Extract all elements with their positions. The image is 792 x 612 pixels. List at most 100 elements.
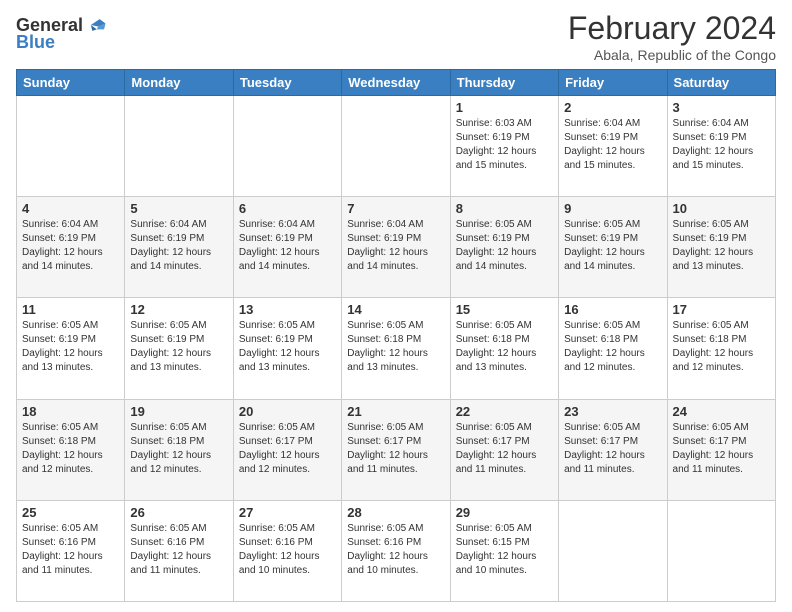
table-row: 21 Sunrise: 6:05 AM Sunset: 6:17 PM Dayli… [342, 399, 450, 500]
day-number: 26 [130, 505, 227, 520]
table-row: 10 Sunrise: 6:05 AM Sunset: 6:19 PM Dayli… [667, 197, 775, 298]
day-number: 6 [239, 201, 336, 216]
col-monday: Monday [125, 70, 233, 96]
day-number: 4 [22, 201, 119, 216]
day-info: Sunrise: 6:05 AM Sunset: 6:16 PM Dayligh… [347, 522, 444, 578]
day-number: 14 [347, 302, 444, 317]
calendar-table: Sunday Monday Tuesday Wednesday Thursday… [16, 69, 776, 602]
calendar-week-row: 11 Sunrise: 6:05 AM Sunset: 6:19 PM Dayli… [17, 298, 776, 399]
table-row: 16 Sunrise: 6:05 AM Sunset: 6:18 PM Dayli… [559, 298, 667, 399]
table-row: 7Sunrise: 6:04 AM Sunset: 6:19 PM Daylig… [342, 197, 450, 298]
day-number: 11 [22, 302, 119, 317]
table-row: 6 Sunrise: 6:04 AM Sunset: 6:19 PM Daylig… [233, 197, 341, 298]
table-row [233, 96, 341, 197]
day-info: Sunrise: 6:05 AM Sunset: 6:19 PM Dayligh… [456, 218, 553, 274]
table-row [342, 96, 450, 197]
logo-text-blue: Blue [16, 32, 55, 53]
col-friday: Friday [559, 70, 667, 96]
col-saturday: Saturday [667, 70, 775, 96]
day-number: 24 [673, 404, 770, 419]
table-row: 17Sunrise: 6:05 AM Sunset: 6:18 PM Dayli… [667, 298, 775, 399]
table-row: 27 Sunrise: 6:05 AM Sunset: 6:16 PM Dayli… [233, 500, 341, 601]
table-row: 19Sunrise: 6:05 AM Sunset: 6:18 PM Dayli… [125, 399, 233, 500]
day-number: 19 [130, 404, 227, 419]
col-wednesday: Wednesday [342, 70, 450, 96]
table-row: 25 Sunrise: 6:05 AM Sunset: 6:16 PM Dayli… [17, 500, 125, 601]
table-row: 20 Sunrise: 6:05 AM Sunset: 6:17 PM Dayli… [233, 399, 341, 500]
day-info: Sunrise: 6:05 AM Sunset: 6:17 PM Dayligh… [564, 421, 661, 477]
day-number: 20 [239, 404, 336, 419]
logo-bird-icon [85, 14, 107, 36]
day-number: 22 [456, 404, 553, 419]
table-row: 12Sunrise: 6:05 AM Sunset: 6:19 PM Dayli… [125, 298, 233, 399]
day-info: Sunrise: 6:05 AM Sunset: 6:19 PM Dayligh… [564, 218, 661, 274]
table-row: 14 Sunrise: 6:05 AM Sunset: 6:18 PM Dayli… [342, 298, 450, 399]
day-info: Sunrise: 6:03 AM Sunset: 6:19 PM Dayligh… [456, 117, 553, 173]
day-number: 13 [239, 302, 336, 317]
day-number: 17 [673, 302, 770, 317]
day-info: Sunrise: 6:04 AM Sunset: 6:19 PM Dayligh… [22, 218, 119, 274]
table-row: 28 Sunrise: 6:05 AM Sunset: 6:16 PM Dayli… [342, 500, 450, 601]
day-number: 8 [456, 201, 553, 216]
day-info: Sunrise: 6:05 AM Sunset: 6:17 PM Dayligh… [673, 421, 770, 477]
day-number: 29 [456, 505, 553, 520]
day-info: Sunrise: 6:04 AM Sunset: 6:19 PM Dayligh… [239, 218, 336, 274]
day-info: Sunrise: 6:05 AM Sunset: 6:17 PM Dayligh… [456, 421, 553, 477]
day-info: Sunrise: 6:05 AM Sunset: 6:18 PM Dayligh… [564, 319, 661, 375]
day-number: 21 [347, 404, 444, 419]
table-row [125, 96, 233, 197]
table-row: 8 Sunrise: 6:05 AM Sunset: 6:19 PM Daylig… [450, 197, 558, 298]
day-number: 10 [673, 201, 770, 216]
day-number: 16 [564, 302, 661, 317]
day-number: 25 [22, 505, 119, 520]
table-row: 26 Sunrise: 6:05 AM Sunset: 6:16 PM Dayli… [125, 500, 233, 601]
table-row: 15 Sunrise: 6:05 AM Sunset: 6:18 PM Dayli… [450, 298, 558, 399]
title-location: Abala, Republic of the Congo [568, 47, 776, 63]
day-number: 2 [564, 100, 661, 115]
table-row: 9 Sunrise: 6:05 AM Sunset: 6:19 PM Daylig… [559, 197, 667, 298]
table-row: 5Sunrise: 6:04 AM Sunset: 6:19 PM Daylig… [125, 197, 233, 298]
day-number: 1 [456, 100, 553, 115]
day-number: 7 [347, 201, 444, 216]
day-number: 27 [239, 505, 336, 520]
calendar-week-row: 18Sunrise: 6:05 AM Sunset: 6:18 PM Dayli… [17, 399, 776, 500]
day-info: Sunrise: 6:04 AM Sunset: 6:19 PM Dayligh… [564, 117, 661, 173]
day-info: Sunrise: 6:05 AM Sunset: 6:18 PM Dayligh… [347, 319, 444, 375]
day-info: Sunrise: 6:04 AM Sunset: 6:19 PM Dayligh… [130, 218, 227, 274]
day-number: 23 [564, 404, 661, 419]
table-row: 3 Sunrise: 6:04 AM Sunset: 6:19 PM Daylig… [667, 96, 775, 197]
table-row [667, 500, 775, 601]
day-info: Sunrise: 6:05 AM Sunset: 6:19 PM Dayligh… [130, 319, 227, 375]
calendar-week-row: 1 Sunrise: 6:03 AM Sunset: 6:19 PM Daylig… [17, 96, 776, 197]
day-info: Sunrise: 6:05 AM Sunset: 6:18 PM Dayligh… [456, 319, 553, 375]
table-row: 4 Sunrise: 6:04 AM Sunset: 6:19 PM Daylig… [17, 197, 125, 298]
day-number: 28 [347, 505, 444, 520]
calendar-week-row: 4 Sunrise: 6:04 AM Sunset: 6:19 PM Daylig… [17, 197, 776, 298]
day-number: 15 [456, 302, 553, 317]
col-sunday: Sunday [17, 70, 125, 96]
day-number: 18 [22, 404, 119, 419]
table-row: 11 Sunrise: 6:05 AM Sunset: 6:19 PM Dayli… [17, 298, 125, 399]
day-info: Sunrise: 6:05 AM Sunset: 6:19 PM Dayligh… [673, 218, 770, 274]
day-info: Sunrise: 6:04 AM Sunset: 6:19 PM Dayligh… [673, 117, 770, 173]
table-row: 18Sunrise: 6:05 AM Sunset: 6:18 PM Dayli… [17, 399, 125, 500]
day-number: 3 [673, 100, 770, 115]
day-info: Sunrise: 6:05 AM Sunset: 6:19 PM Dayligh… [22, 319, 119, 375]
day-info: Sunrise: 6:05 AM Sunset: 6:16 PM Dayligh… [239, 522, 336, 578]
header: General Blue February 2024 Abala, Republ… [16, 10, 776, 63]
day-info: Sunrise: 6:05 AM Sunset: 6:19 PM Dayligh… [239, 319, 336, 375]
day-info: Sunrise: 6:05 AM Sunset: 6:17 PM Dayligh… [239, 421, 336, 477]
table-row: 13 Sunrise: 6:05 AM Sunset: 6:19 PM Dayli… [233, 298, 341, 399]
title-month: February 2024 [568, 10, 776, 47]
col-thursday: Thursday [450, 70, 558, 96]
day-number: 9 [564, 201, 661, 216]
table-row: 29Sunrise: 6:05 AM Sunset: 6:15 PM Dayli… [450, 500, 558, 601]
table-row [559, 500, 667, 601]
table-row: 24 Sunrise: 6:05 AM Sunset: 6:17 PM Dayli… [667, 399, 775, 500]
day-info: Sunrise: 6:05 AM Sunset: 6:16 PM Dayligh… [130, 522, 227, 578]
calendar-header-row: Sunday Monday Tuesday Wednesday Thursday… [17, 70, 776, 96]
calendar-week-row: 25 Sunrise: 6:05 AM Sunset: 6:16 PM Dayli… [17, 500, 776, 601]
day-info: Sunrise: 6:05 AM Sunset: 6:16 PM Dayligh… [22, 522, 119, 578]
day-info: Sunrise: 6:05 AM Sunset: 6:17 PM Dayligh… [347, 421, 444, 477]
table-row: 22 Sunrise: 6:05 AM Sunset: 6:17 PM Dayli… [450, 399, 558, 500]
